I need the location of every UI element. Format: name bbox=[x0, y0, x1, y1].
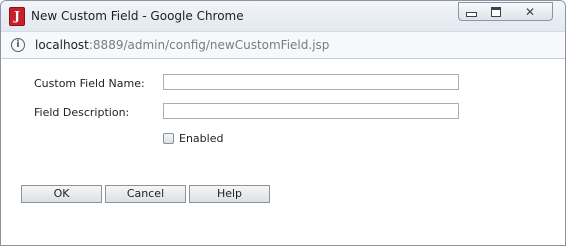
custom-field-name-input[interactable] bbox=[163, 74, 459, 90]
ok-button[interactable]: OK bbox=[21, 185, 102, 203]
info-icon[interactable]: i bbox=[11, 38, 25, 52]
title-bar[interactable]: J New Custom Field - Google Chrome ✕ bbox=[1, 1, 565, 31]
window-title: New Custom Field - Google Chrome bbox=[31, 9, 244, 23]
browser-window: J New Custom Field - Google Chrome ✕ i l… bbox=[0, 0, 566, 246]
url-text[interactable]: localhost:8889/admin/config/newCustomFie… bbox=[35, 38, 329, 52]
cancel-button[interactable]: Cancel bbox=[105, 185, 186, 203]
maximize-button[interactable] bbox=[483, 2, 509, 21]
custom-field-name-label: Custom Field Name: bbox=[34, 77, 145, 90]
help-button[interactable]: Help bbox=[189, 185, 270, 203]
maximize-icon bbox=[490, 6, 501, 17]
close-button[interactable]: ✕ bbox=[508, 2, 553, 21]
enabled-checkbox[interactable] bbox=[163, 133, 174, 144]
app-j-icon: J bbox=[9, 7, 25, 26]
minimize-button[interactable] bbox=[458, 2, 484, 21]
dialog-content: Custom Field Name: Field Description: En… bbox=[1, 59, 565, 245]
field-description-input[interactable] bbox=[163, 103, 459, 119]
url-path: :8889/admin/config/newCustomField.jsp bbox=[88, 38, 330, 52]
enabled-label[interactable]: Enabled bbox=[179, 132, 223, 145]
minimize-icon bbox=[465, 12, 477, 17]
address-bar[interactable]: i localhost:8889/admin/config/newCustomF… bbox=[1, 31, 565, 59]
close-icon: ✕ bbox=[524, 4, 536, 19]
url-host: localhost bbox=[35, 38, 89, 52]
field-description-label: Field Description: bbox=[34, 106, 130, 119]
